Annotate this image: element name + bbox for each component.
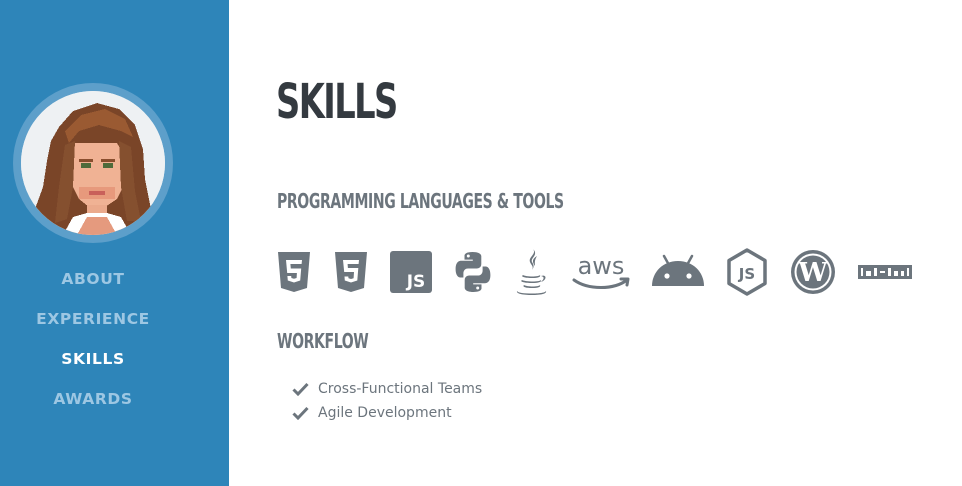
- python-icon[interactable]: [451, 247, 495, 297]
- main-content: SKILLS PROGRAMMING LANGUAGES & TOOLS JS: [229, 0, 962, 486]
- workflow-item-label: Cross-Functional Teams: [318, 381, 483, 397]
- android-icon[interactable]: [650, 247, 706, 297]
- wordpress-icon[interactable]: W: [789, 247, 837, 297]
- languages-heading: PROGRAMMING LANGUAGES & TOOLS: [277, 189, 564, 213]
- html5-icon[interactable]: [276, 247, 312, 297]
- aws-icon[interactable]: aws: [570, 247, 632, 297]
- js-square-icon[interactable]: JS: [390, 247, 432, 297]
- svg-text:JS: JS: [406, 272, 426, 292]
- svg-text:aws: aws: [578, 252, 625, 280]
- avatar-ring: [13, 83, 173, 243]
- list-item: Cross-Functional Teams: [292, 377, 482, 401]
- nav-awards[interactable]: AWARDS: [0, 386, 186, 426]
- workflow-heading: WORKFLOW: [277, 329, 369, 353]
- workflow-item-label: Agile Development: [318, 405, 452, 421]
- page-title: SKILLS: [276, 74, 398, 130]
- nav-skills[interactable]: SKILLS: [0, 346, 186, 386]
- avatar[interactable]: [21, 91, 165, 235]
- nav-about[interactable]: ABOUT: [0, 266, 186, 306]
- java-icon[interactable]: [514, 247, 550, 297]
- npm-icon[interactable]: [857, 247, 913, 297]
- check-icon: [292, 382, 309, 396]
- svg-text:W: W: [797, 258, 828, 288]
- workflow-list: Cross-Functional Teams Agile Development: [292, 377, 482, 425]
- sidebar: ABOUT EXPERIENCE SKILLS AWARDS: [0, 0, 229, 486]
- svg-text:JS: JS: [738, 265, 755, 283]
- nav-experience[interactable]: EXPERIENCE: [0, 306, 186, 346]
- list-item: Agile Development: [292, 401, 482, 425]
- check-icon: [292, 406, 309, 420]
- node-js-icon[interactable]: JS: [725, 247, 769, 297]
- sidebar-nav: ABOUT EXPERIENCE SKILLS AWARDS: [0, 266, 186, 426]
- css3-icon[interactable]: [333, 247, 369, 297]
